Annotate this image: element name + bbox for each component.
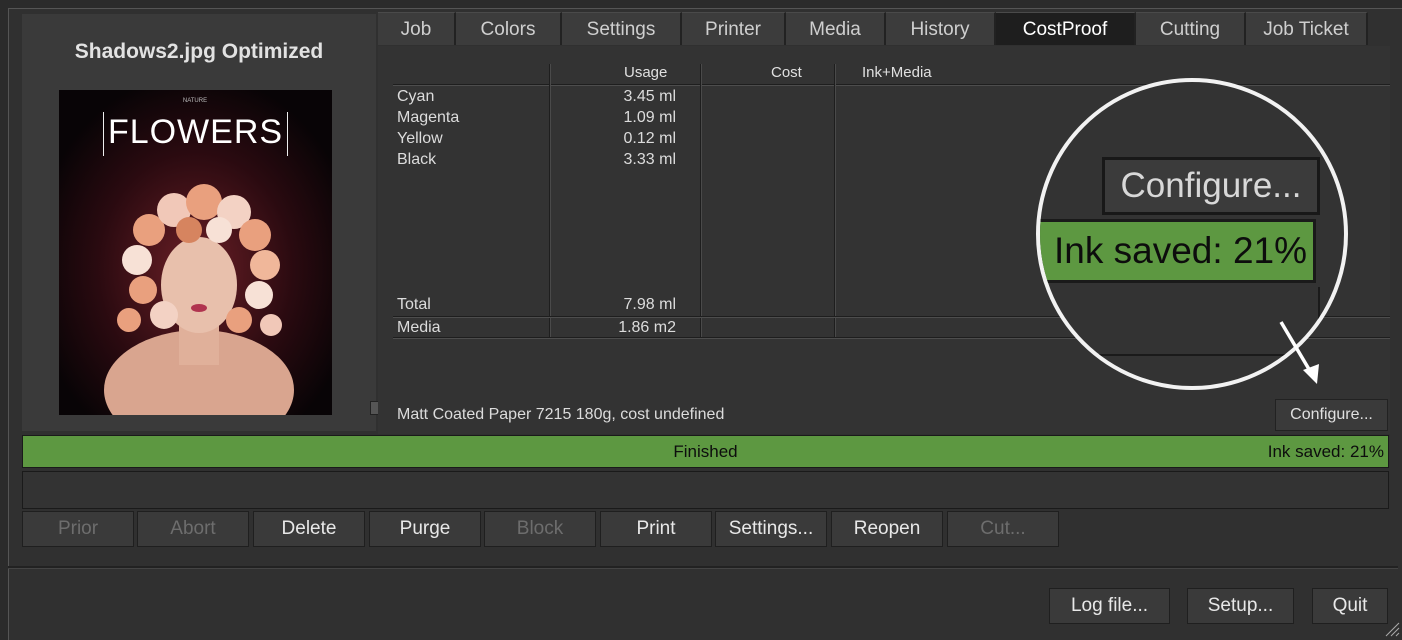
message-bar	[22, 471, 1389, 509]
column-divider	[549, 64, 551, 337]
quit-button[interactable]: Quit	[1312, 588, 1388, 624]
print-button[interactable]: Print	[600, 511, 712, 547]
tab-costproof[interactable]: CostProof	[996, 12, 1136, 45]
column-header-ink-media: Ink+Media	[862, 64, 932, 81]
tab-history[interactable]: History	[886, 12, 996, 45]
block-button[interactable]: Block	[484, 511, 596, 547]
media-usage: 1.86 m2	[618, 319, 676, 336]
document-title: Shadows2.jpg Optimized	[74, 40, 324, 63]
tab-media[interactable]: Media	[786, 12, 886, 45]
tab-job[interactable]: Job	[378, 12, 456, 45]
ink-name-cyan: Cyan	[397, 88, 435, 105]
ink-name-black: Black	[397, 151, 437, 168]
tab-bar: Job Colors Settings Printer Media Histor…	[378, 12, 1368, 46]
ink-usage-magenta: 1.09 ml	[623, 109, 676, 126]
thumbnail-headline-text: FLOWERS	[107, 112, 284, 151]
configure-button[interactable]: Configure...	[1275, 399, 1388, 431]
resize-grip-icon[interactable]	[1384, 621, 1400, 637]
paper-cost-text: Matt Coated Paper 7215 180g, cost undefi…	[397, 406, 725, 423]
status-bar: Finished Ink saved: 21%	[22, 435, 1389, 468]
delete-button[interactable]: Delete	[253, 511, 365, 547]
reopen-button[interactable]: Reopen	[831, 511, 943, 547]
purge-button[interactable]: Purge	[369, 511, 481, 547]
settings-button[interactable]: Settings...	[715, 511, 827, 547]
prior-button[interactable]: Prior	[22, 511, 134, 547]
magnified-ink-saved: Ink saved: 21%	[1040, 219, 1316, 283]
column-divider	[834, 64, 836, 337]
tab-printer[interactable]: Printer	[682, 12, 786, 45]
footer-divider	[8, 566, 1398, 569]
thumbnail-headline: FLOWERS	[59, 112, 332, 156]
ink-usage-black: 3.33 ml	[623, 151, 676, 168]
ink-name-yellow: Yellow	[397, 130, 443, 147]
total-label: Total	[397, 296, 431, 313]
abort-button[interactable]: Abort	[137, 511, 249, 547]
setup-button[interactable]: Setup...	[1187, 588, 1294, 624]
cut-button[interactable]: Cut...	[947, 511, 1059, 547]
tab-settings[interactable]: Settings	[562, 12, 682, 45]
thumbnail-subtitle: NATURE	[182, 98, 208, 104]
tab-job-ticket[interactable]: Job Ticket	[1246, 12, 1368, 45]
job-thumbnail: NATURE FLOWERS	[59, 90, 332, 415]
column-header-cost: Cost	[771, 64, 802, 81]
column-divider	[700, 64, 702, 337]
media-label: Media	[397, 319, 441, 336]
status-ink-saved: Ink saved: 21%	[1267, 442, 1384, 461]
preview-panel: Shadows2.jpg Optimized NATURE FLOWERS	[22, 14, 376, 431]
ink-usage-cyan: 3.45 ml	[623, 88, 676, 105]
log-file-button[interactable]: Log file...	[1049, 588, 1170, 624]
tab-cutting[interactable]: Cutting	[1136, 12, 1246, 45]
tab-colors[interactable]: Colors	[456, 12, 562, 45]
total-usage: 7.98 ml	[623, 296, 676, 313]
pointer-arrow-icon	[1279, 321, 1319, 384]
ink-usage-yellow: 0.12 ml	[623, 130, 676, 147]
status-text: Finished	[673, 442, 738, 461]
column-header-usage: Usage	[624, 64, 668, 81]
ink-name-magenta: Magenta	[397, 109, 460, 126]
magnified-configure-button: Configure...	[1102, 157, 1320, 215]
